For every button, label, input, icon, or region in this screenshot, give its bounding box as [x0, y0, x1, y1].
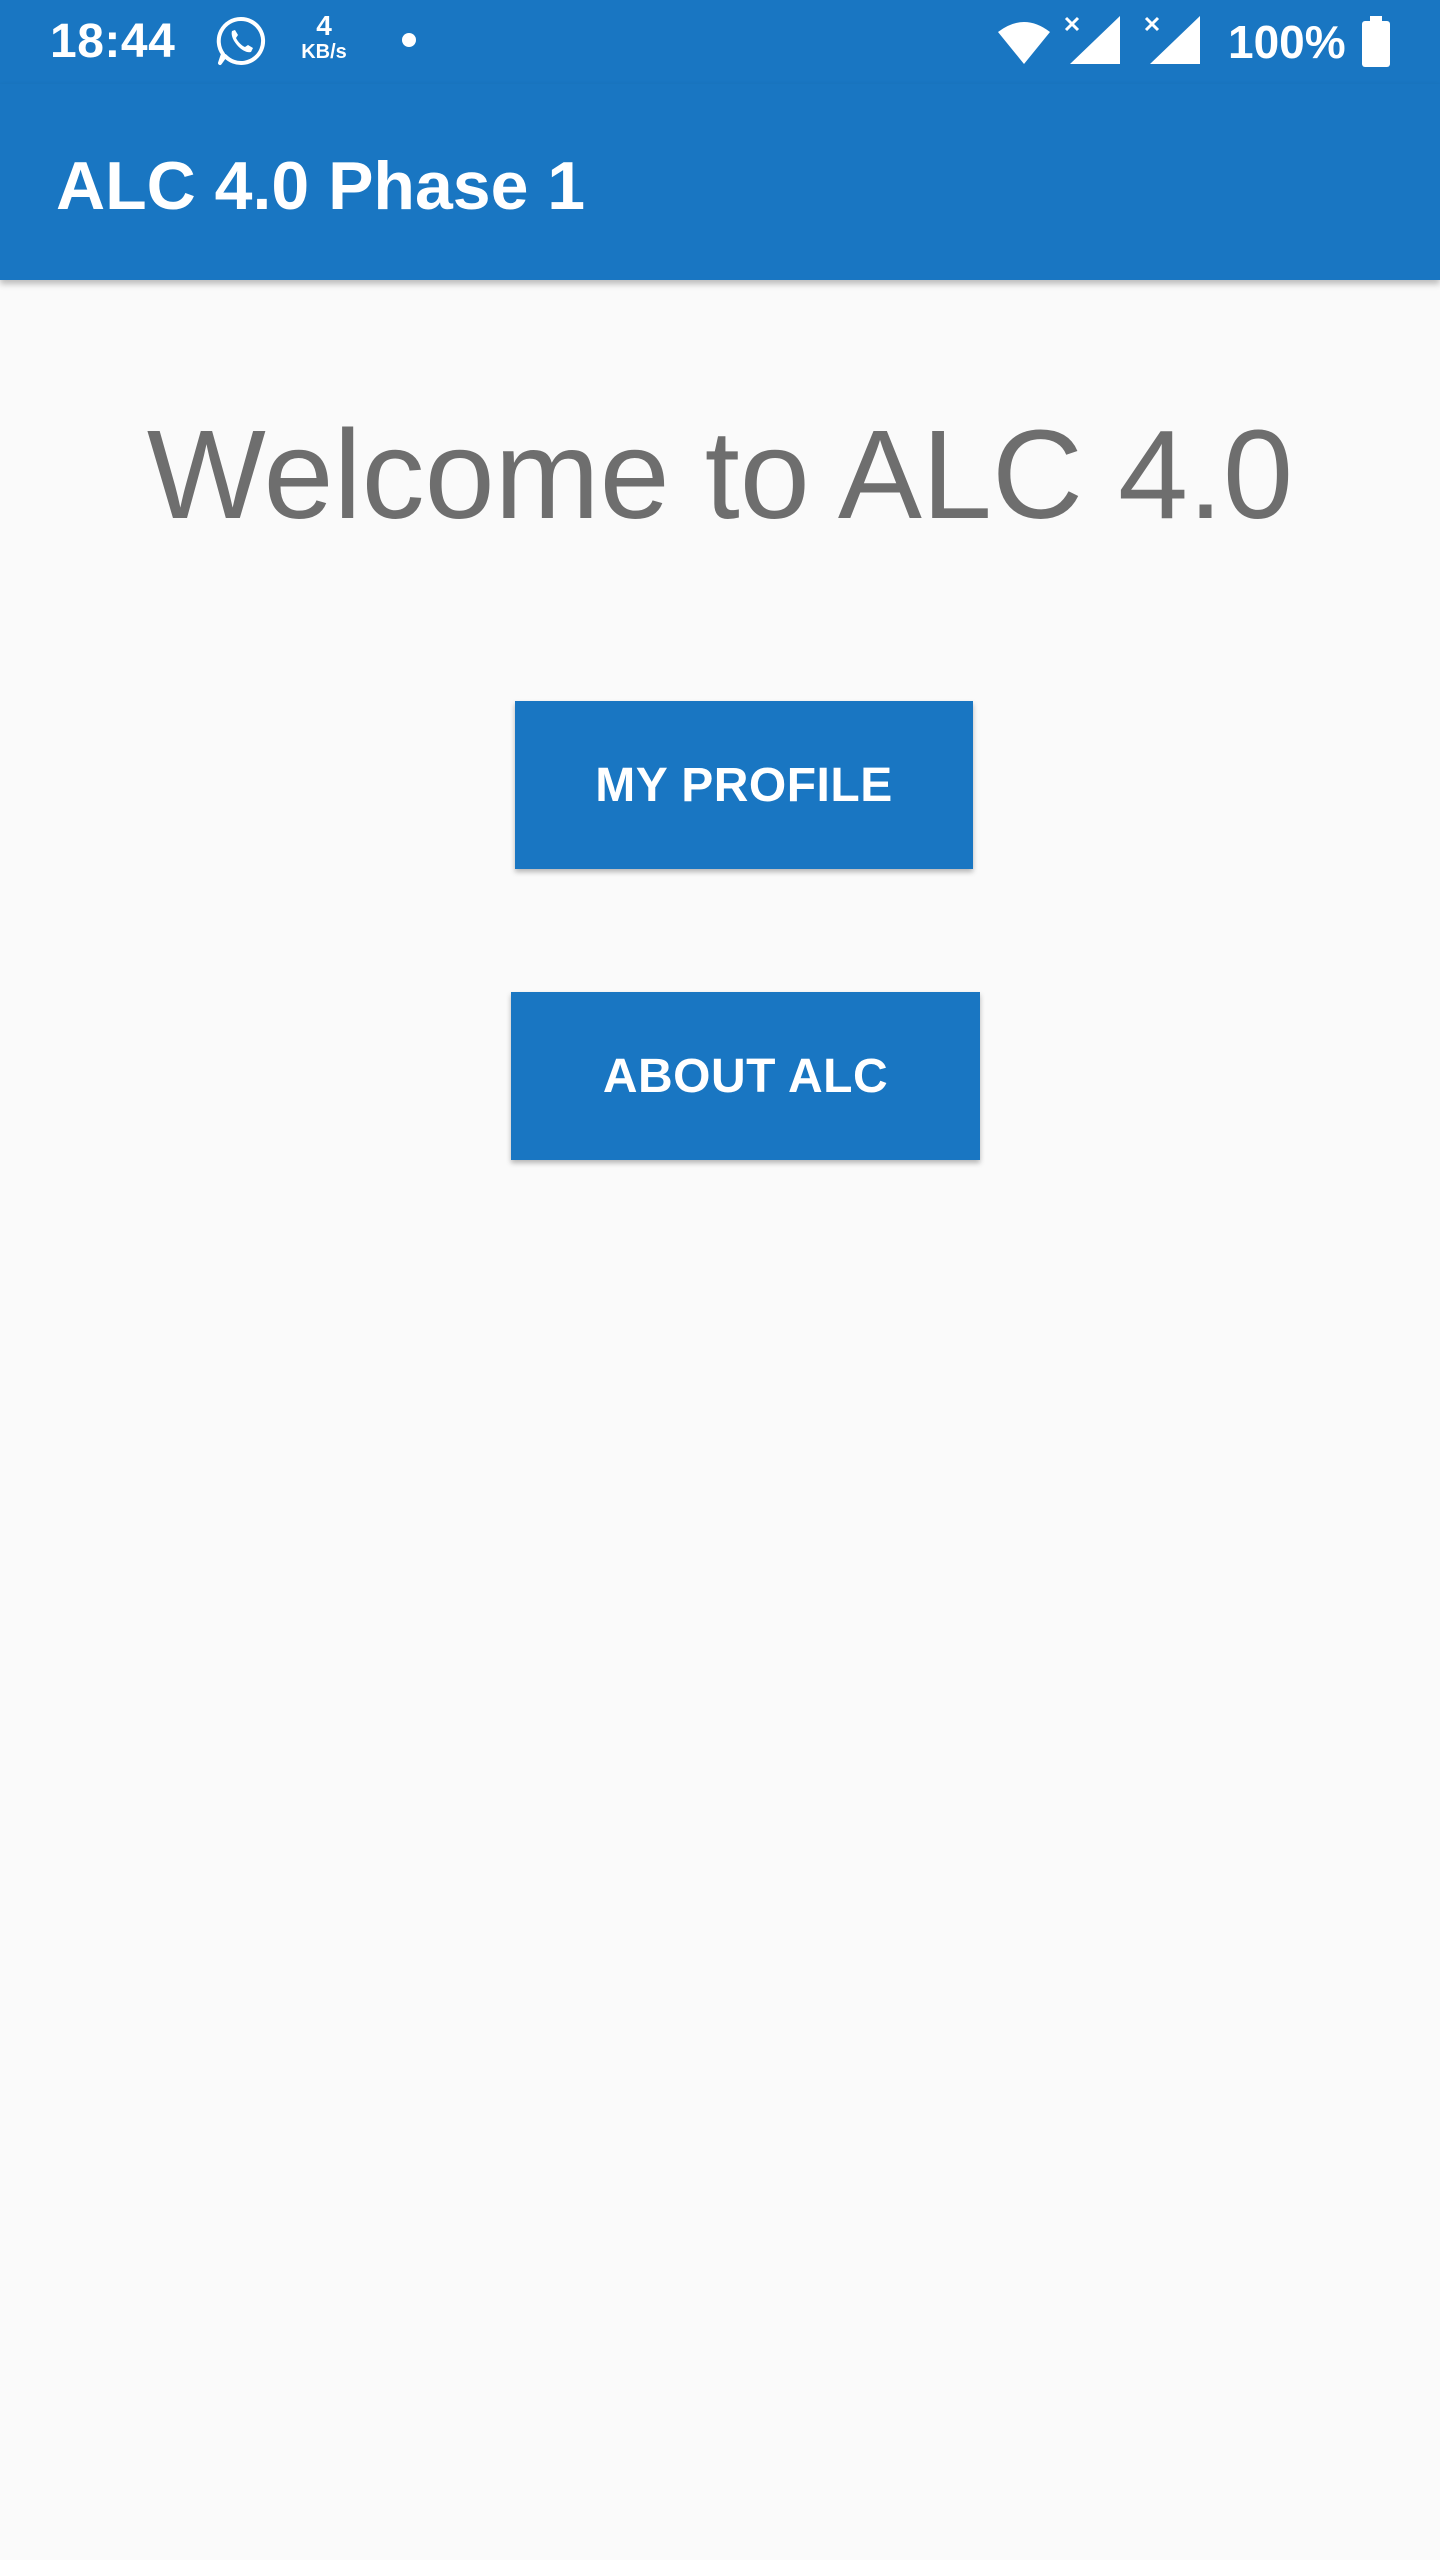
network-speed-value: 4 [316, 10, 332, 41]
status-bar: 18:44 4 KB/s 100% [0, 0, 1440, 84]
app-title: ALC 4.0 Phase 1 [56, 148, 586, 224]
whatsapp-icon [214, 14, 268, 68]
notification-dot-icon [402, 33, 416, 47]
network-speed-unit: KB/s [301, 41, 347, 63]
about-alc-button[interactable]: ABOUT ALC [511, 992, 980, 1160]
status-time: 18:44 [50, 15, 176, 68]
welcome-heading: Welcome to ALC 4.0 [146, 404, 1294, 545]
my-profile-button[interactable]: MY PROFILE [515, 701, 973, 869]
wifi-icon [996, 20, 1052, 64]
signal-icon [1144, 14, 1202, 66]
signal-icon [1064, 14, 1122, 66]
app-bar: ALC 4.0 Phase 1 [0, 84, 1440, 280]
battery-icon [1360, 16, 1392, 68]
network-speed: 4 KB/s [294, 10, 354, 63]
battery-percentage: 100% [1228, 16, 1346, 68]
